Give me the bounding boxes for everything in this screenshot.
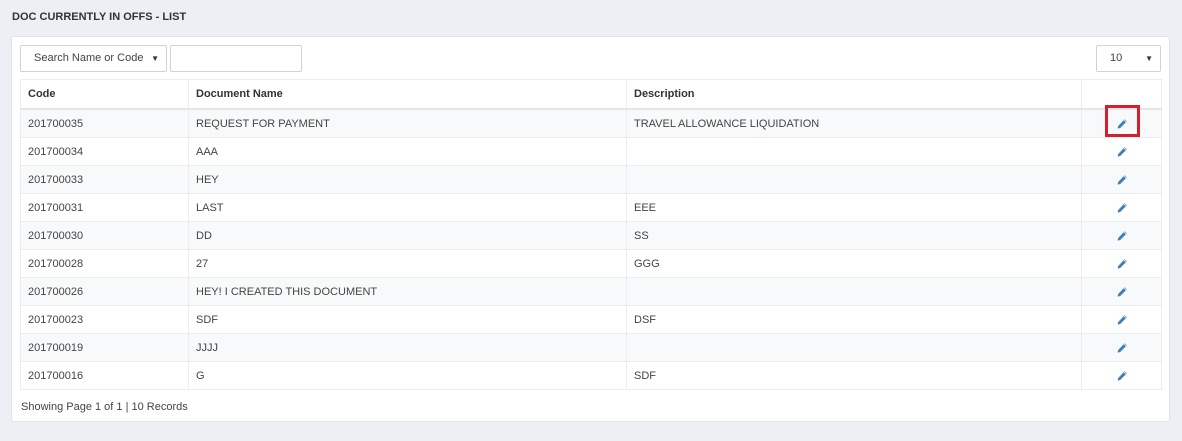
table-row[interactable]: 201700028 27 GGG xyxy=(20,249,1162,278)
cell-description xyxy=(626,137,1082,166)
cell-description xyxy=(626,333,1082,362)
table-row[interactable]: 201700033 HEY xyxy=(20,165,1162,194)
pencil-icon xyxy=(1117,118,1127,129)
cell-document-name: DD xyxy=(188,221,627,250)
page-title: DOC CURRENTLY IN OFFS - LIST xyxy=(12,11,187,23)
column-header-code[interactable]: Code xyxy=(20,79,189,110)
cell-document-name: HEY! I CREATED THIS DOCUMENT xyxy=(188,277,627,306)
pencil-icon xyxy=(1117,146,1127,157)
cell-document-name: AAA xyxy=(188,137,627,166)
edit-button[interactable] xyxy=(1116,314,1128,326)
cell-description: SDF xyxy=(626,361,1082,390)
pencil-icon xyxy=(1117,342,1127,353)
cell-actions xyxy=(1081,305,1162,334)
edit-button[interactable] xyxy=(1116,370,1128,382)
cell-code: 201700026 xyxy=(20,277,189,306)
page-size-select[interactable]: 10 ▼ xyxy=(1096,45,1161,72)
search-field-select-value: Search Name or Code xyxy=(34,52,144,64)
pagination-info: Showing Page 1 of 1 | 10 Records xyxy=(21,401,188,413)
cell-document-name: JJJJ xyxy=(188,333,627,362)
cell-document-name: SDF xyxy=(188,305,627,334)
cell-code: 201700030 xyxy=(20,221,189,250)
cell-description: TRAVEL ALLOWANCE LIQUIDATION xyxy=(626,108,1082,138)
pencil-icon xyxy=(1117,286,1127,297)
column-header-description[interactable]: Description xyxy=(626,79,1082,110)
pencil-icon xyxy=(1117,314,1127,325)
caret-down-icon: ▼ xyxy=(151,54,159,63)
edit-button[interactable] xyxy=(1116,202,1128,214)
pencil-icon xyxy=(1117,370,1127,381)
table-row[interactable]: 201700035 REQUEST FOR PAYMENT TRAVEL ALLOW… xyxy=(20,108,1162,138)
cell-code: 201700031 xyxy=(20,193,189,222)
table-row[interactable]: 201700023 SDF DSF xyxy=(20,305,1162,334)
cell-actions xyxy=(1081,137,1162,166)
cell-code: 201700023 xyxy=(20,305,189,334)
table-row[interactable]: 201700026 HEY! I CREATED THIS DOCUMENT xyxy=(20,277,1162,306)
edit-button[interactable] xyxy=(1116,342,1128,354)
caret-down-icon: ▼ xyxy=(1145,54,1153,63)
cell-actions xyxy=(1081,193,1162,222)
cell-document-name: HEY xyxy=(188,165,627,194)
cell-description: DSF xyxy=(626,305,1082,334)
table-row[interactable]: 201700016 G SDF xyxy=(20,361,1162,390)
column-header-actions xyxy=(1081,79,1162,110)
edit-button[interactable] xyxy=(1116,286,1128,298)
cell-code: 201700028 xyxy=(20,249,189,278)
document-list-panel: Search Name or Code ▼ 10 ▼ Code Document… xyxy=(11,36,1170,422)
page-size-value: 10 xyxy=(1110,52,1123,64)
edit-button[interactable] xyxy=(1116,230,1128,242)
cell-actions xyxy=(1081,277,1162,306)
cell-document-name: G xyxy=(188,361,627,390)
cell-description: SS xyxy=(626,221,1082,250)
cell-document-name: 27 xyxy=(188,249,627,278)
cell-code: 201700016 xyxy=(20,361,189,390)
cell-actions xyxy=(1081,108,1162,138)
table-row[interactable]: 201700031 LAST EEE xyxy=(20,193,1162,222)
cell-document-name: LAST xyxy=(188,193,627,222)
pencil-icon xyxy=(1117,230,1127,241)
cell-description xyxy=(626,277,1082,306)
cell-description xyxy=(626,165,1082,194)
pencil-icon xyxy=(1117,258,1127,269)
toolbar: Search Name or Code ▼ 10 ▼ xyxy=(20,45,1161,73)
cell-code: 201700019 xyxy=(20,333,189,362)
search-field-select[interactable]: Search Name or Code ▼ xyxy=(20,45,167,72)
search-input[interactable] xyxy=(170,45,302,72)
cell-description: EEE xyxy=(626,193,1082,222)
cell-code: 201700033 xyxy=(20,165,189,194)
cell-code: 201700035 xyxy=(20,108,189,138)
edit-button[interactable] xyxy=(1116,146,1128,158)
cell-actions xyxy=(1081,165,1162,194)
cell-actions xyxy=(1081,249,1162,278)
table-row[interactable]: 201700019 JJJJ xyxy=(20,333,1162,362)
column-header-document-name[interactable]: Document Name xyxy=(188,79,627,110)
edit-button[interactable] xyxy=(1116,118,1128,130)
cell-description: GGG xyxy=(626,249,1082,278)
edit-button[interactable] xyxy=(1116,174,1128,186)
documents-table: Code Document Name Description 201700035… xyxy=(20,79,1162,390)
table-row[interactable]: 201700030 DD SS xyxy=(20,221,1162,250)
cell-document-name: REQUEST FOR PAYMENT xyxy=(188,108,627,138)
table-row[interactable]: 201700034 AAA xyxy=(20,137,1162,166)
cell-actions xyxy=(1081,333,1162,362)
table-header-row: Code Document Name Description xyxy=(20,79,1162,110)
pencil-icon xyxy=(1117,174,1127,185)
cell-code: 201700034 xyxy=(20,137,189,166)
cell-actions xyxy=(1081,361,1162,390)
cell-actions xyxy=(1081,221,1162,250)
edit-button[interactable] xyxy=(1116,258,1128,270)
pencil-icon xyxy=(1117,202,1127,213)
